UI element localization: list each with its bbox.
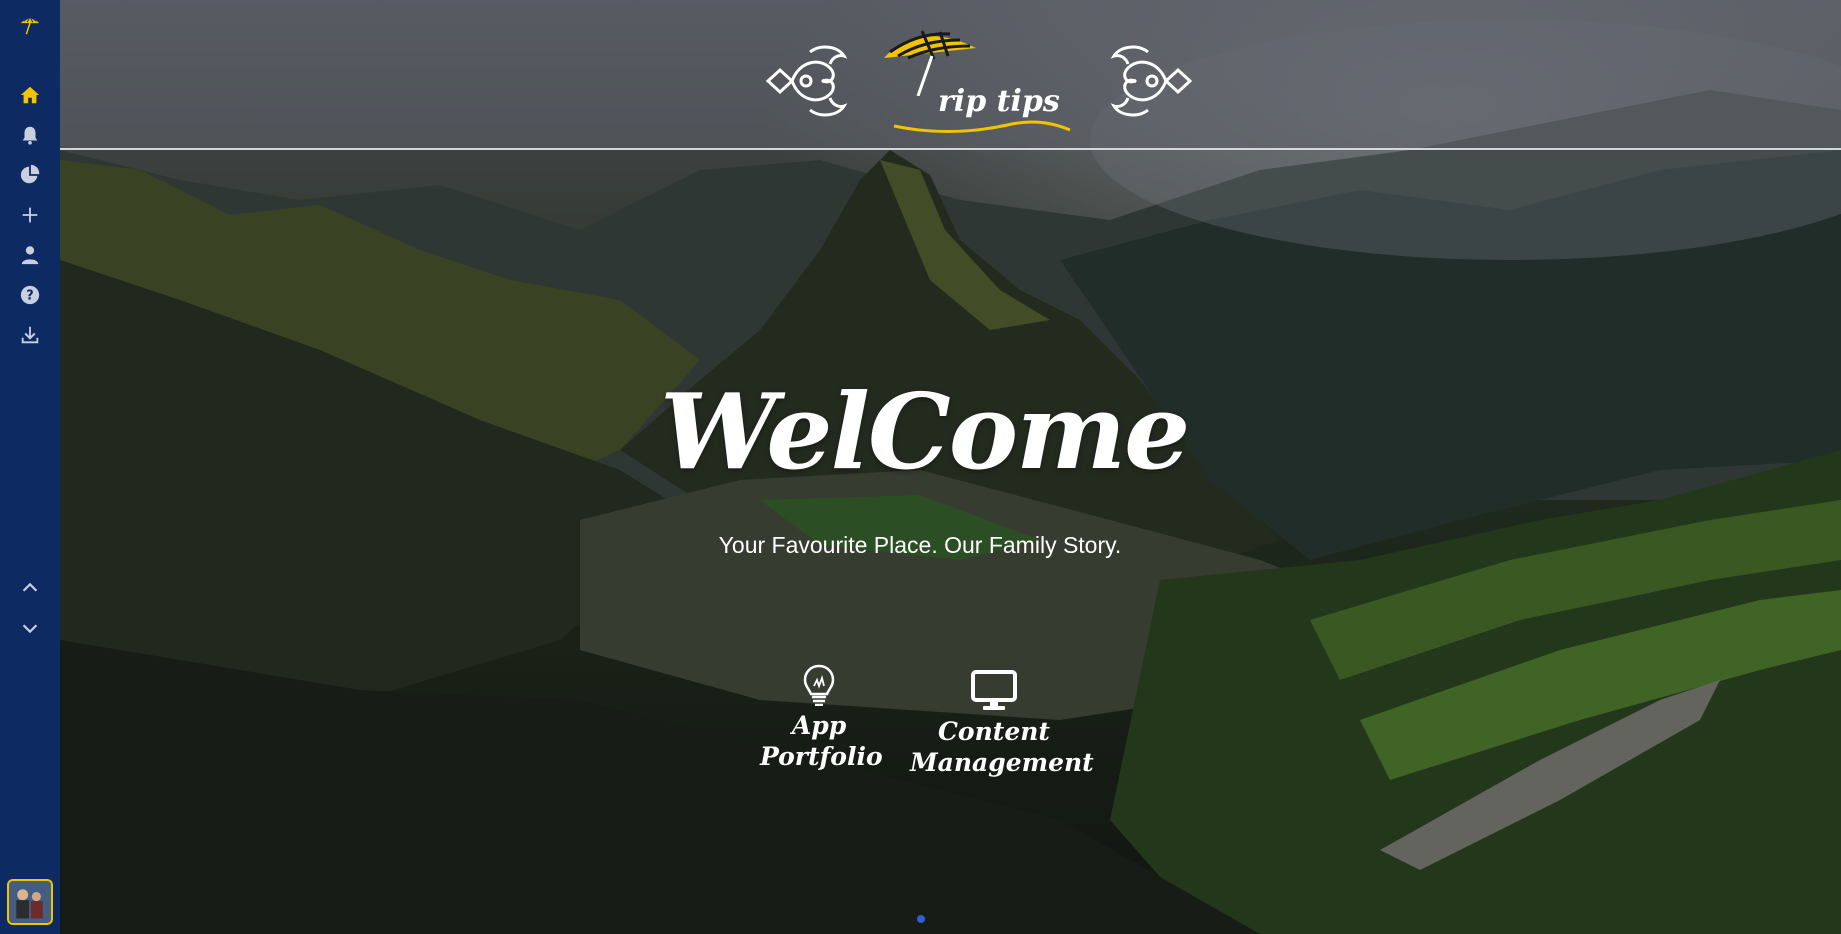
header: rip tips	[60, 0, 1841, 150]
logo-swoosh	[893, 120, 1071, 134]
download-icon[interactable]	[15, 320, 45, 350]
user-icon[interactable]	[15, 240, 45, 270]
umbrella-icon[interactable]	[15, 10, 45, 40]
help-icon[interactable]: ?	[15, 280, 45, 310]
content-management-link[interactable]: Content Management	[910, 670, 1094, 778]
tagline: Your Favourite Place. Our Family Story.	[718, 532, 1122, 558]
svg-text:?: ?	[26, 289, 33, 304]
avatar[interactable]	[7, 879, 53, 925]
welcome-title: WelCome	[660, 370, 1190, 493]
sidebar: ?	[0, 0, 60, 934]
app-portfolio-line1: App	[791, 711, 847, 740]
carousel-indicator[interactable]	[917, 915, 925, 923]
chevron-up-icon[interactable]	[15, 573, 45, 603]
trip-tips-logo[interactable]: rip tips	[760, 20, 1200, 140]
left-ornament-icon	[765, 45, 848, 117]
lightbulb-icon	[803, 664, 835, 706]
app-portfolio-line2: Portfolio	[760, 742, 883, 771]
home-icon[interactable]	[15, 80, 45, 110]
content-management-line2: Management	[910, 748, 1094, 777]
plus-icon[interactable]	[15, 200, 45, 230]
chevron-down-icon[interactable]	[15, 613, 45, 643]
right-ornament-icon	[1110, 45, 1193, 117]
pie-chart-icon[interactable]	[15, 160, 45, 190]
app-portfolio-link[interactable]: App Portfolio	[760, 664, 883, 772]
bell-icon[interactable]	[15, 120, 45, 150]
content-management-line1: Content	[938, 717, 1050, 746]
logo-text: rip tips	[938, 84, 1060, 119]
monitor-icon	[971, 670, 1017, 710]
